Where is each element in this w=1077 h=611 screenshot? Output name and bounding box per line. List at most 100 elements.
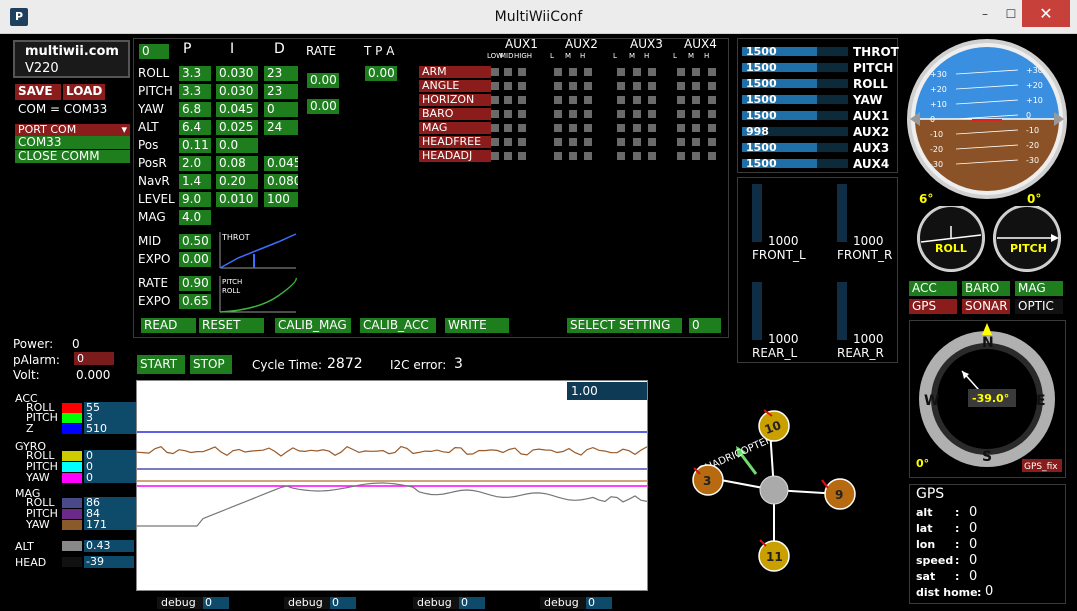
aux-checkbox[interactable] bbox=[554, 124, 562, 132]
aux-checkbox[interactable] bbox=[491, 124, 499, 132]
aux-checkbox[interactable] bbox=[584, 96, 592, 104]
aux-checkbox[interactable] bbox=[491, 82, 499, 90]
aux-checkbox[interactable] bbox=[708, 96, 716, 104]
aux-checkbox[interactable] bbox=[633, 152, 641, 160]
aux-checkbox[interactable] bbox=[504, 110, 512, 118]
pid-posr-i[interactable]: 0.08 bbox=[216, 156, 258, 171]
pid-yaw-i[interactable]: 0.045 bbox=[216, 102, 258, 117]
aux-checkbox[interactable] bbox=[554, 82, 562, 90]
aux-checkbox[interactable] bbox=[617, 124, 625, 132]
pid-navr-p[interactable]: 1.4 bbox=[179, 174, 211, 189]
pid-pitch-d[interactable]: 23 bbox=[264, 84, 298, 99]
pid-posr-p[interactable]: 2.0 bbox=[179, 156, 211, 171]
aux-checkbox[interactable] bbox=[491, 152, 499, 160]
yaw-rate-value[interactable]: 0.00 bbox=[307, 99, 339, 114]
aux-checkbox[interactable] bbox=[569, 96, 577, 104]
aux-checkbox[interactable] bbox=[633, 96, 641, 104]
aux-checkbox[interactable] bbox=[677, 138, 685, 146]
aux-checkbox[interactable] bbox=[518, 152, 526, 160]
calib-acc-button[interactable]: CALIB_ACC bbox=[360, 318, 436, 333]
aux-checkbox[interactable] bbox=[569, 82, 577, 90]
aux-checkbox[interactable] bbox=[708, 152, 716, 160]
aux-checkbox[interactable] bbox=[518, 110, 526, 118]
calib-mag-button[interactable]: CALIB_MAG bbox=[275, 318, 351, 333]
aux-checkbox[interactable] bbox=[518, 68, 526, 76]
pid-roll-d[interactable]: 23 bbox=[264, 66, 298, 81]
aux-checkbox[interactable] bbox=[504, 152, 512, 160]
aux-checkbox[interactable] bbox=[491, 110, 499, 118]
aux-checkbox[interactable] bbox=[554, 96, 562, 104]
aux-checkbox[interactable] bbox=[708, 110, 716, 118]
rate-expo-value[interactable]: 0.65 bbox=[179, 294, 211, 309]
close-button[interactable]: ✕ bbox=[1022, 0, 1070, 27]
aux-checkbox[interactable] bbox=[504, 96, 512, 104]
read-button[interactable]: READ bbox=[141, 318, 196, 333]
aux-checkbox[interactable] bbox=[677, 110, 685, 118]
aux-checkbox[interactable] bbox=[554, 138, 562, 146]
aux-checkbox[interactable] bbox=[677, 68, 685, 76]
aux-checkbox[interactable] bbox=[569, 68, 577, 76]
pid-pitch-p[interactable]: 3.3 bbox=[179, 84, 211, 99]
aux-checkbox[interactable] bbox=[491, 138, 499, 146]
close-comm-button[interactable]: CLOSE COMM bbox=[15, 150, 130, 163]
aux-checkbox[interactable] bbox=[491, 96, 499, 104]
aux-checkbox[interactable] bbox=[708, 124, 716, 132]
rate-value[interactable]: 0.90 bbox=[179, 276, 211, 291]
setting-value[interactable]: 0 bbox=[689, 318, 721, 333]
aux-checkbox[interactable] bbox=[633, 82, 641, 90]
stop-button[interactable]: STOP bbox=[190, 355, 232, 374]
aux-checkbox[interactable] bbox=[617, 82, 625, 90]
aux-checkbox[interactable] bbox=[648, 124, 656, 132]
aux-checkbox[interactable] bbox=[504, 82, 512, 90]
aux-checkbox[interactable] bbox=[677, 124, 685, 132]
aux-checkbox[interactable] bbox=[554, 152, 562, 160]
aux-checkbox[interactable] bbox=[617, 96, 625, 104]
pid-pos-p[interactable]: 0.11 bbox=[179, 138, 211, 153]
pid-level-p[interactable]: 9.0 bbox=[179, 192, 211, 207]
pid-alt-d[interactable]: 24 bbox=[264, 120, 298, 135]
aux-checkbox[interactable] bbox=[648, 82, 656, 90]
reset-button[interactable]: RESET bbox=[199, 318, 264, 333]
aux-checkbox[interactable] bbox=[584, 138, 592, 146]
aux-checkbox[interactable] bbox=[633, 110, 641, 118]
aux-checkbox[interactable] bbox=[633, 138, 641, 146]
pid-mag-p[interactable]: 4.0 bbox=[179, 210, 211, 225]
aux-checkbox[interactable] bbox=[617, 68, 625, 76]
pid-yaw-p[interactable]: 6.8 bbox=[179, 102, 211, 117]
aux-checkbox[interactable] bbox=[708, 68, 716, 76]
port-com-item[interactable]: COM33 bbox=[15, 136, 130, 149]
aux-checkbox[interactable] bbox=[677, 96, 685, 104]
aux-checkbox[interactable] bbox=[584, 152, 592, 160]
start-button[interactable]: START bbox=[137, 355, 185, 374]
aux-checkbox[interactable] bbox=[692, 82, 700, 90]
aux-checkbox[interactable] bbox=[648, 138, 656, 146]
aux-checkbox[interactable] bbox=[584, 68, 592, 76]
aux-checkbox[interactable] bbox=[584, 124, 592, 132]
port-com-dropdown[interactable]: PORT COM ▾ bbox=[15, 124, 130, 136]
aux-checkbox[interactable] bbox=[633, 124, 641, 132]
pid-level-i[interactable]: 0.010 bbox=[216, 192, 258, 207]
aux-checkbox[interactable] bbox=[518, 82, 526, 90]
palarm-value[interactable]: 0 bbox=[74, 352, 114, 365]
select-setting-button[interactable]: SELECT SETTING bbox=[567, 318, 682, 333]
aux-checkbox[interactable] bbox=[692, 96, 700, 104]
aux-checkbox[interactable] bbox=[504, 138, 512, 146]
aux-checkbox[interactable] bbox=[708, 82, 716, 90]
aux-checkbox[interactable] bbox=[518, 138, 526, 146]
aux-checkbox[interactable] bbox=[708, 138, 716, 146]
aux-checkbox[interactable] bbox=[504, 124, 512, 132]
tpa-value[interactable]: 0.00 bbox=[365, 66, 397, 81]
aux-checkbox[interactable] bbox=[491, 68, 499, 76]
aux-checkbox[interactable] bbox=[518, 124, 526, 132]
aux-checkbox[interactable] bbox=[504, 68, 512, 76]
load-button[interactable]: LOAD bbox=[63, 84, 105, 100]
save-button[interactable]: SAVE bbox=[15, 84, 61, 100]
write-button[interactable]: WRITE bbox=[445, 318, 509, 333]
aux-checkbox[interactable] bbox=[569, 152, 577, 160]
throt-expo-value[interactable]: 0.00 bbox=[179, 252, 211, 267]
aux-checkbox[interactable] bbox=[648, 110, 656, 118]
aux-checkbox[interactable] bbox=[677, 152, 685, 160]
aux-checkbox[interactable] bbox=[518, 96, 526, 104]
pid-navr-d[interactable]: 0.080 bbox=[264, 174, 298, 189]
aux-checkbox[interactable] bbox=[692, 124, 700, 132]
